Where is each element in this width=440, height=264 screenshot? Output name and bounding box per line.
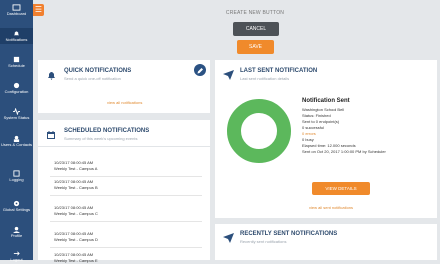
settings-icon xyxy=(13,200,20,207)
bell-icon xyxy=(48,72,55,80)
recently-sent-subtitle: Recently sent notifications xyxy=(240,239,287,244)
sidebar: Dashboard Notifications Schedule Configu… xyxy=(0,0,33,262)
scheduled-name: Weekly Test - Campus C xyxy=(54,211,98,216)
send-icon xyxy=(223,70,234,80)
sidebar-item-label: Dashboard xyxy=(6,11,27,16)
users-icon xyxy=(13,135,20,142)
view-all-notifications-link[interactable]: view all notifications xyxy=(107,100,142,105)
pencil-icon xyxy=(197,68,203,74)
sidebar-item-label: Configuration xyxy=(4,89,29,94)
last-sent-subtitle: Last sent notification details xyxy=(240,76,290,81)
detail-line: Sent on Oct 20, 2017 1:00:00 PM by Sched… xyxy=(302,149,386,154)
detail-line-errors: 0 errors xyxy=(302,131,316,136)
recently-sent-title: RECENTLY SENT NOTIFICATIONS xyxy=(240,231,338,237)
bell-icon xyxy=(13,31,20,36)
detail-line: 0 busy xyxy=(302,137,314,142)
logout-icon xyxy=(13,251,20,256)
list-divider xyxy=(50,221,202,222)
sidebar-item-profile[interactable]: Profile xyxy=(0,226,33,238)
status-icon xyxy=(13,108,20,115)
list-divider xyxy=(50,247,202,248)
sidebar-item-global-settings[interactable]: Global Settings xyxy=(0,200,33,212)
sidebar-item-label: Logging xyxy=(9,177,24,182)
sidebar-item-label: Global Settings xyxy=(2,207,31,212)
sidebar-item-system-status[interactable]: System Status xyxy=(0,108,33,120)
sidebar-item-logout[interactable]: Logout xyxy=(0,250,33,262)
quick-notification-edit-button[interactable] xyxy=(194,64,206,76)
detail-line: Status: Finished xyxy=(302,113,331,118)
sidebar-item-label: System Status xyxy=(3,115,30,120)
save-button[interactable]: SAVE xyxy=(237,40,274,54)
log-icon xyxy=(13,170,20,177)
detail-line: Elapsed time: 12.000 seconds xyxy=(302,143,356,148)
sidebar-item-schedule[interactable]: Schedule xyxy=(0,56,33,68)
last-sent-title: LAST SENT NOTIFICATION xyxy=(240,68,318,74)
sidebar-item-notifications[interactable]: Notifications xyxy=(0,28,33,44)
calendar-icon xyxy=(47,131,55,139)
list-divider xyxy=(50,176,202,177)
scheduled-notifications-title: SCHEDULED NOTIFICATIONS xyxy=(64,128,150,134)
send-icon xyxy=(223,233,234,243)
view-details-button[interactable]: VIEW DETAILS xyxy=(312,182,370,195)
scheduled-name: Weekly Test - Campus E xyxy=(54,258,98,263)
sidebar-item-users[interactable]: Users & Contacts xyxy=(0,135,33,147)
scheduled-name: Weekly Test - Campus A xyxy=(54,166,98,171)
sidebar-item-label: Notifications xyxy=(5,37,28,42)
list-item[interactable]: 10/23/17 08:00:45 AM Weekly Test - Campu… xyxy=(54,252,98,264)
scheduled-name: Weekly Test - Campus B xyxy=(54,185,98,190)
cancel-button[interactable]: CANCEL xyxy=(233,22,279,36)
profile-icon xyxy=(13,226,20,233)
panel-divider xyxy=(38,146,210,147)
sidebar-item-label: Profile xyxy=(10,233,23,238)
view-all-sent-notifications-link[interactable]: view all sent notifications xyxy=(309,205,353,210)
dashboard-icon xyxy=(12,4,21,11)
calendar-icon xyxy=(13,56,20,63)
detail-line: 0 successful xyxy=(302,125,325,130)
list-item[interactable]: 10/23/17 08:00:45 AM Weekly Test - Campu… xyxy=(54,179,98,191)
scheduled-name: Weekly Test - Campus D xyxy=(54,237,98,242)
detail-line: Washington School Bell xyxy=(302,107,345,112)
menu-icon: ☰ xyxy=(34,5,43,14)
notification-status-donut xyxy=(227,99,291,163)
sidebar-item-configuration[interactable]: Configuration xyxy=(0,82,33,94)
sidebar-item-logging[interactable]: Logging xyxy=(0,170,33,182)
sidebar-item-label: Logout xyxy=(10,257,23,262)
donut-ring xyxy=(227,99,291,163)
sidebar-item-dashboard[interactable]: Dashboard xyxy=(0,4,33,16)
notification-sent-heading: Notification Sent xyxy=(302,98,350,104)
list-item[interactable]: 10/23/17 08:00:45 AM Weekly Test - Campu… xyxy=(54,160,97,172)
list-item[interactable]: 10/23/17 08:00:45 AM Weekly Test - Campu… xyxy=(54,205,98,217)
quick-notifications-title: QUICK NOTIFICATIONS xyxy=(64,68,132,74)
quick-notifications-subtitle: Send a quick one-off notification xyxy=(64,76,121,81)
scheduled-notifications-subtitle: Summary of this week's upcoming events xyxy=(64,136,138,141)
detail-line: Sent to 0 endpoint(s) xyxy=(302,119,340,124)
create-new-button-title: CREATE NEW BUTTON xyxy=(225,10,285,16)
sidebar-item-label: Schedule xyxy=(8,63,25,68)
gear-icon xyxy=(13,82,20,89)
sidebar-item-label: Users & Contacts xyxy=(0,142,33,147)
list-divider xyxy=(50,195,202,196)
menu-toggle-button[interactable]: ☰ xyxy=(33,4,44,16)
list-item[interactable]: 10/23/17 08:00:45 AM Weekly Test - Campu… xyxy=(54,231,98,243)
